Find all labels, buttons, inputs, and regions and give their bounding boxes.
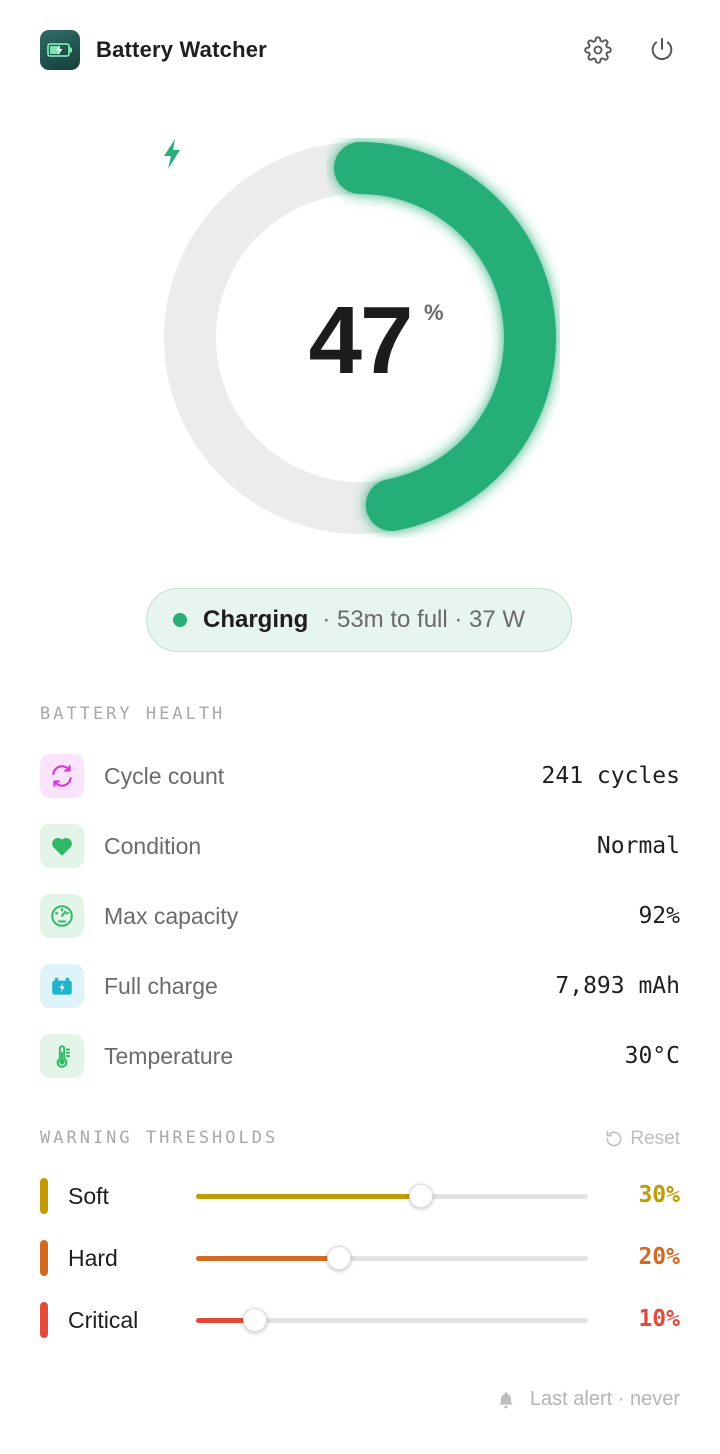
thermometer-icon [40,1034,84,1078]
threshold-color-bar [40,1240,48,1276]
health-label: Cycle count [104,763,225,789]
slider-knob[interactable] [242,1308,267,1332]
reset-label: Reset [630,1128,680,1149]
settings-button[interactable] [582,34,614,66]
slider-knob[interactable] [409,1184,434,1208]
slider-fill [196,1194,422,1199]
battery-health-heading: BATTERY HEALTH [40,704,226,724]
health-row-condition: Condition Normal [40,824,680,868]
gauge-icon [40,894,84,938]
threshold-value: 10% [638,1306,680,1332]
threshold-slider-track[interactable] [196,1184,588,1208]
threshold-label: Soft [68,1183,109,1209]
reset-button[interactable]: Reset [604,1128,680,1150]
threshold-slider-track[interactable] [196,1246,588,1270]
health-row-full-charge: Full charge 7,893 mAh [40,964,680,1008]
slider-knob[interactable] [327,1246,352,1270]
threshold-row-critical: Critical 10% [40,1302,680,1338]
health-value: 241 cycles [541,763,680,789]
slider-fill [196,1256,340,1261]
threshold-row-soft: Soft 30% [40,1178,680,1214]
health-value: 7,893 mAh [555,973,680,999]
health-value: Normal [596,833,680,859]
power-icon [651,37,673,60]
status-dot [173,613,187,627]
threshold-label: Critical [68,1307,139,1333]
status-label: Charging [203,606,309,633]
battery-icon [40,964,84,1008]
app-title: Battery Watcher [96,37,267,62]
last-alert-footer: Last alert · never [496,1388,680,1411]
health-label: Condition [104,833,202,859]
battery-charging-icon [40,30,80,70]
battery-percent: 47 [308,287,414,394]
health-value: 30°C [624,1043,680,1069]
status-detail: · 53m to full · 37 W [322,606,526,633]
health-value: 92% [638,903,680,929]
heart-icon [40,824,84,868]
battery-gauge: 47 % [160,138,560,538]
cycle-icon [40,754,84,798]
health-label: Full charge [104,973,218,999]
app-header: Battery Watcher [40,30,680,70]
health-label: Max capacity [104,903,239,929]
health-row-temperature: Temperature 30°C [40,1034,680,1078]
health-row-cycle-count: Cycle count 241 cycles [40,754,680,798]
charging-status-pill: Charging · 53m to full · 37 W [146,588,572,652]
health-row-max-capacity: Max capacity 92% [40,894,680,938]
warning-thresholds-heading: WARNING THRESHOLDS [40,1128,279,1148]
health-label: Temperature [104,1043,234,1069]
gear-icon [584,36,612,64]
reset-icon [606,1130,622,1147]
last-alert-text: Last alert · never [529,1388,680,1410]
threshold-label: Hard [68,1245,118,1271]
bell-icon [499,1391,513,1408]
threshold-value: 30% [638,1182,680,1208]
threshold-color-bar [40,1178,48,1214]
threshold-color-bar [40,1302,48,1338]
percent-unit: % [424,300,444,325]
threshold-row-hard: Hard 20% [40,1240,680,1276]
threshold-slider-track[interactable] [196,1308,588,1332]
lightning-bolt-icon [164,139,180,169]
power-button[interactable] [646,34,678,66]
threshold-value: 20% [638,1244,680,1270]
